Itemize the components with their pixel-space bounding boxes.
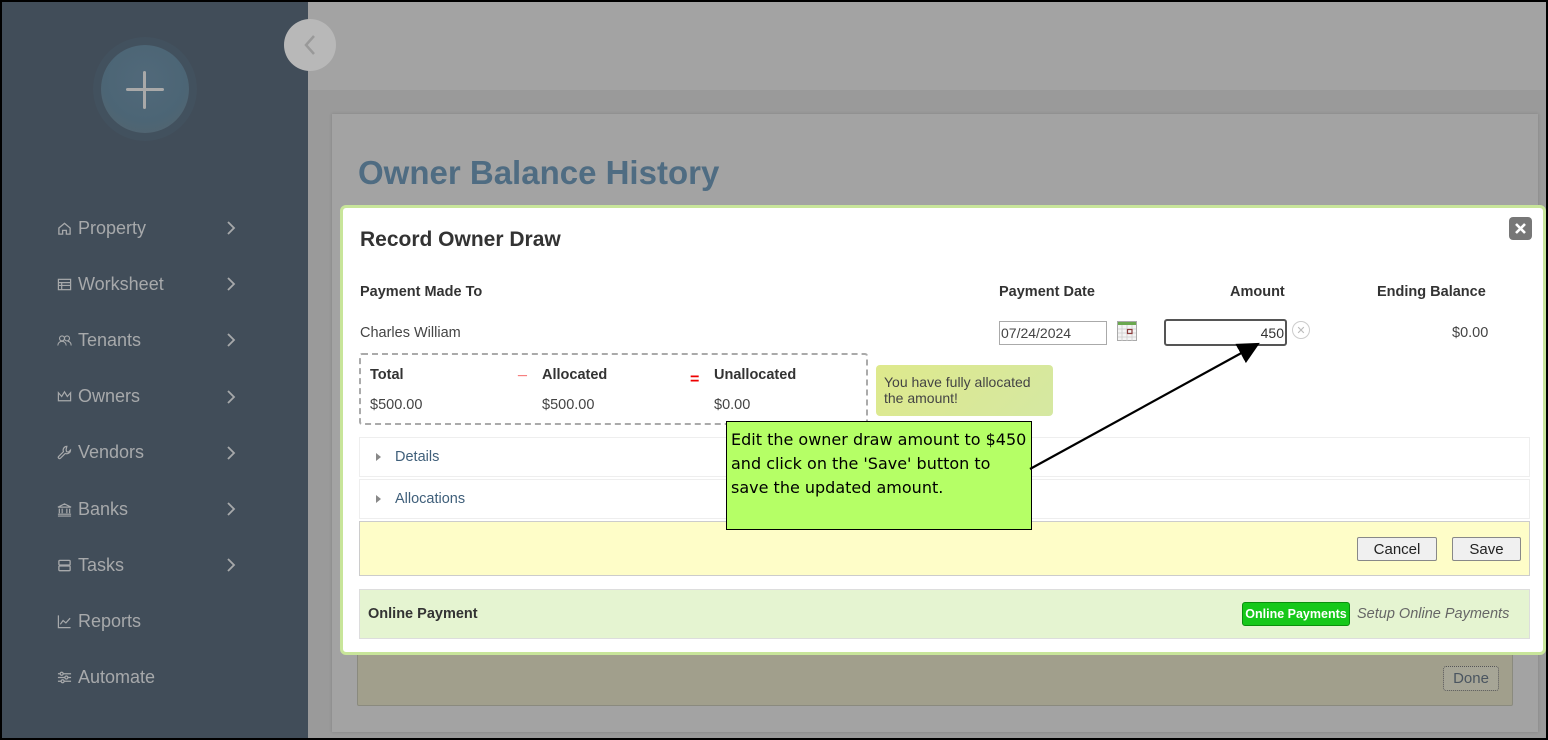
sidebar-item-banks[interactable]: Banks — [54, 481, 244, 537]
cancel-button[interactable]: Cancel — [1357, 537, 1437, 561]
save-button[interactable]: Save — [1452, 537, 1521, 561]
chevron-left-icon — [304, 35, 315, 55]
setup-online-payments-link[interactable]: Setup Online Payments — [1357, 606, 1509, 622]
sidebar-item-reports[interactable]: Reports — [54, 593, 244, 649]
sidebar-item-automate[interactable]: Automate — [54, 650, 244, 706]
chevron-right-icon — [227, 221, 236, 235]
calendar-icon[interactable] — [1117, 321, 1137, 341]
top-bar — [308, 2, 1546, 90]
home-icon — [54, 219, 74, 237]
unallocated-value: $0.00 — [714, 397, 751, 413]
crown-icon — [54, 388, 74, 406]
sidebar-item-tenants[interactable]: Tenants — [54, 312, 244, 368]
caret-right-icon — [376, 495, 381, 503]
payment-date-input[interactable] — [999, 321, 1107, 345]
collapse-sidebar-button[interactable] — [284, 19, 336, 71]
sidebar-item-label: Tasks — [78, 554, 125, 575]
sidebar-item-label: Vendors — [78, 442, 145, 463]
users-icon — [54, 331, 74, 349]
total-value: $500.00 — [370, 397, 423, 413]
done-button[interactable]: Done — [1443, 666, 1499, 691]
modal-title: Record Owner Draw — [360, 228, 561, 251]
server-icon — [54, 556, 74, 574]
payment-made-to-header: Payment Made To — [360, 284, 483, 300]
sidebar-item-label: Worksheet — [78, 273, 164, 294]
online-payment-bar: Online Payment Online Payments Setup Onl… — [359, 589, 1530, 639]
allocated-label: Allocated — [542, 367, 608, 383]
ending-balance-value: $0.00 — [1452, 325, 1489, 341]
chevron-right-icon — [227, 333, 236, 348]
clear-amount-icon[interactable]: ✕ — [1292, 321, 1310, 339]
bank-icon — [54, 500, 74, 518]
chevron-right-icon — [227, 558, 236, 572]
sidebar-item-label: Automate — [78, 667, 156, 688]
minus-sign: _ — [518, 361, 527, 378]
sidebar: Property Worksheet Tenants Owners Vendor… — [2, 2, 308, 738]
sidebar-item-label: Tenants — [78, 329, 142, 350]
wrench-icon — [54, 444, 74, 462]
sidebar-nav: Property Worksheet Tenants Owners Vendor… — [54, 200, 244, 706]
online-payments-button[interactable]: Online Payments — [1242, 602, 1350, 626]
caret-right-icon — [376, 453, 381, 461]
section-label: Details — [395, 449, 440, 465]
sidebar-item-label: Property — [78, 217, 147, 238]
sidebar-item-label: Banks — [78, 498, 129, 519]
page-title: Owner Balance History — [358, 154, 720, 191]
sidebar-item-worksheet[interactable]: Worksheet — [54, 256, 244, 312]
allocation-notice: You have fully allocated the amount! — [876, 365, 1053, 416]
chevron-right-icon — [227, 390, 236, 404]
amount-header: Amount — [1230, 284, 1285, 300]
sidebar-item-vendors[interactable]: Vendors — [54, 425, 244, 481]
close-icon — [1515, 223, 1526, 234]
add-button[interactable] — [101, 45, 189, 133]
chevron-right-icon — [227, 446, 236, 460]
allocation-summary: Total $500.00 _ Allocated $500.00 = Unal… — [359, 353, 868, 425]
section-label: Allocations — [395, 491, 466, 507]
total-label: Total — [370, 367, 404, 383]
sidebar-item-label: Owners — [78, 386, 141, 407]
tutorial-callout: Edit the owner draw amount to $450 and c… — [726, 421, 1032, 530]
sidebar-item-property[interactable]: Property — [54, 200, 244, 256]
amount-input[interactable] — [1164, 319, 1287, 346]
chevron-right-icon — [227, 502, 236, 516]
chevron-right-icon — [227, 277, 236, 291]
sidebar-item-label: Reports — [78, 610, 142, 631]
online-payment-label: Online Payment — [368, 606, 478, 622]
app-frame: Property Worksheet Tenants Owners Vendor… — [2, 2, 1546, 738]
equals-sign: = — [690, 371, 700, 388]
payee-name: Charles William — [360, 325, 461, 341]
sidebar-item-tasks[interactable]: Tasks — [54, 537, 244, 593]
chart-line-icon — [54, 612, 74, 630]
unallocated-label: Unallocated — [714, 367, 797, 383]
table-icon — [54, 275, 74, 293]
sliders-icon — [54, 669, 74, 687]
sidebar-item-owners[interactable]: Owners — [54, 369, 244, 425]
close-button[interactable] — [1509, 217, 1532, 240]
allocated-value: $500.00 — [542, 397, 595, 413]
ending-balance-header: Ending Balance — [1377, 284, 1486, 300]
payment-date-header: Payment Date — [999, 284, 1095, 300]
